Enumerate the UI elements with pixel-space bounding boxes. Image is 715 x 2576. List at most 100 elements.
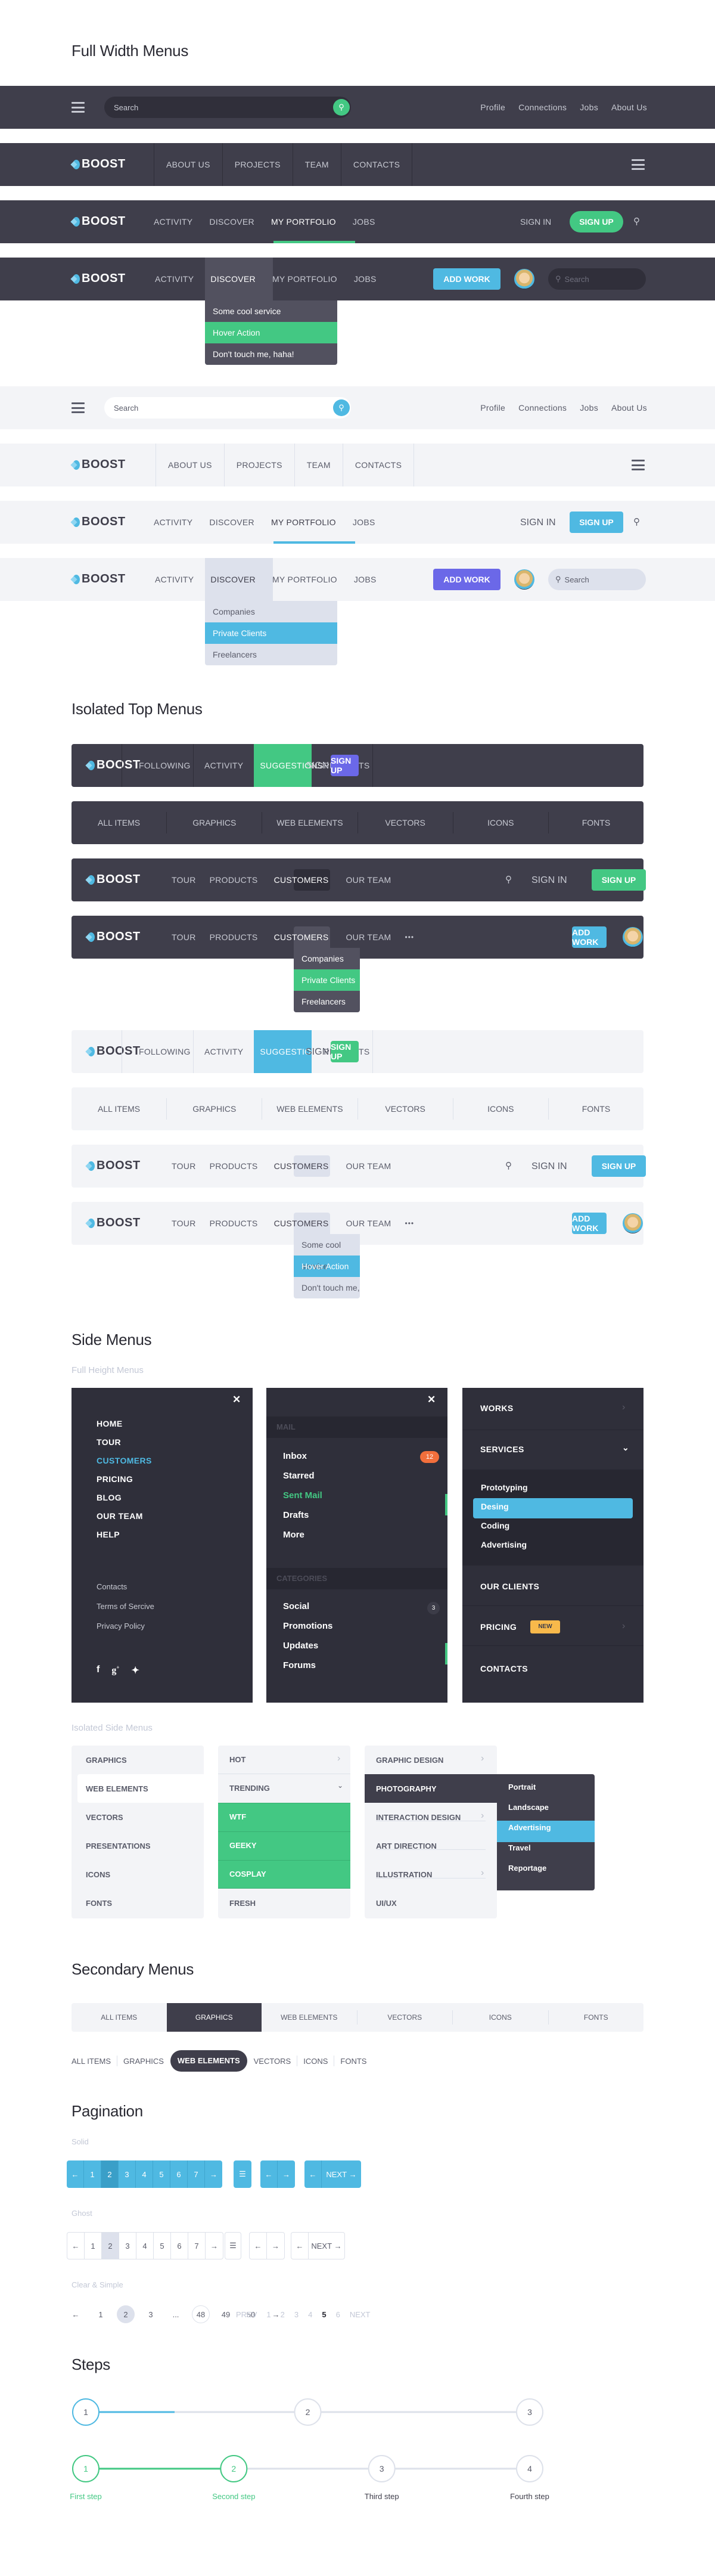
search-icon[interactable]: ⚲	[505, 874, 512, 885]
page-button[interactable]: 7	[188, 2233, 206, 2259]
nav-link-jobs[interactable]: Jobs	[580, 403, 598, 413]
page-button[interactable]: 6	[171, 2233, 188, 2259]
dropdown-item[interactable]: Companies	[205, 601, 337, 622]
search-field[interactable]: Search ⚲	[104, 97, 351, 118]
nav-link-products[interactable]: PRODUCTS	[210, 875, 258, 885]
nav-link-activity[interactable]: ACTIVITY	[154, 217, 192, 227]
secondary-tab[interactable]: ALL ITEMS	[72, 2013, 167, 2022]
nav-link-customers-active[interactable]: CUSTOMERS	[274, 875, 329, 885]
nav-link-products[interactable]: PRODUCTS	[210, 932, 258, 942]
page-button[interactable]: 48	[192, 2305, 210, 2323]
more-icon[interactable]: •••	[405, 1219, 415, 1227]
page-button[interactable]: 5	[154, 2233, 171, 2259]
nav-link-activity[interactable]: ACTIVITY	[154, 517, 192, 527]
submenu-item-coding[interactable]: Coding	[481, 1521, 528, 1530]
nav-link-team[interactable]: TEAM	[295, 444, 343, 486]
iso3-item[interactable]: GRAPHIC DESIGN	[376, 1756, 461, 1765]
category-tab[interactable]: GRAPHICS	[166, 812, 262, 833]
page-button[interactable]: 3	[142, 2305, 160, 2323]
nav-link-about-us[interactable]: ABOUT US	[156, 444, 225, 486]
nav-link-my-portfolio-active[interactable]: MY PORTFOLIO	[271, 217, 336, 227]
google-plus-icon[interactable]: g+	[111, 1664, 119, 1676]
nav-link-tour[interactable]: TOUR	[172, 1219, 196, 1228]
search-field[interactable]: ⚲ Search	[548, 569, 646, 590]
category-tab[interactable]: FONTS	[548, 812, 644, 833]
nav-link-profile[interactable]: Profile	[480, 403, 505, 413]
secondary-tab[interactable]: FONTS	[548, 2010, 644, 2025]
nav-link-activity[interactable]: ACTIVITY	[155, 274, 194, 284]
mail-item-sent-active[interactable]: Sent Mail	[283, 1490, 322, 1501]
category-tab[interactable]: ALL ITEMS	[72, 1104, 166, 1114]
iso2-item-trending[interactable]: TRENDING	[218, 1774, 350, 1803]
page-button[interactable]: 3	[119, 2233, 136, 2259]
chevron-right-icon[interactable]: ›	[481, 1811, 484, 1821]
iso1-item[interactable]: ICONS	[86, 1870, 151, 1879]
secondary-tab[interactable]: VECTORS	[356, 2010, 453, 2025]
logo[interactable]: BOOST	[86, 873, 141, 886]
category-tab[interactable]: WEB ELEMENTS	[262, 812, 357, 833]
hamburger-icon[interactable]	[72, 402, 85, 413]
flyout-item[interactable]: Portrait	[508, 1783, 551, 1791]
iso2-item-hot[interactable]: HOT	[218, 1746, 350, 1774]
submenu-item-advertising[interactable]: Advertising	[481, 1540, 528, 1549]
page-button[interactable]: 1	[85, 2233, 102, 2259]
page-link[interactable]: 4	[308, 2310, 312, 2319]
next-button[interactable]: NEXT →	[309, 2233, 344, 2259]
prev-arrow-icon[interactable]: ←	[260, 2160, 278, 2188]
page-link[interactable]: 3	[294, 2310, 299, 2319]
pill-tab[interactable]: FONTS	[340, 2057, 366, 2066]
add-work-button[interactable]: ADD WORK	[433, 569, 500, 590]
nav-link-our-team[interactable]: OUR TEAM	[346, 1161, 391, 1171]
nav-link-suggestions-active[interactable]: SUGGESTIONS	[254, 744, 323, 787]
pill-tab[interactable]: VECTORS	[254, 2057, 291, 2066]
logo[interactable]: BOOST	[72, 515, 126, 529]
nav-link-tour[interactable]: TOUR	[172, 875, 196, 885]
sign-in-link[interactable]: SIGN IN	[531, 1161, 567, 1172]
nav-link-activity[interactable]: ACTIVITY	[155, 575, 194, 584]
side-item-pricing[interactable]: PRICING	[97, 1474, 152, 1484]
category-tab[interactable]: FONTS	[548, 1098, 644, 1120]
pill-tab[interactable]: ALL ITEMS	[72, 2057, 111, 2066]
accordion-item-pricing[interactable]: PRICING	[480, 1622, 517, 1632]
dropdown-item[interactable]: Companies	[294, 948, 360, 969]
dropdown-item[interactable]: Some cool service	[205, 300, 337, 322]
nav-link-projects[interactable]: PROJECTS	[225, 444, 295, 486]
iso2-item-geeky[interactable]: GEEKY	[218, 1831, 350, 1860]
mail-item-inbox[interactable]: Inbox	[283, 1451, 322, 1461]
nav-link-activity[interactable]: ACTIVITY	[193, 1030, 254, 1073]
dropdown-item[interactable]: Don't touch me, haha!	[294, 1277, 360, 1298]
category-tab[interactable]: WEB ELEMENTS	[262, 1098, 357, 1120]
next-arrow-icon[interactable]: →	[278, 2160, 295, 2188]
secondary-tab[interactable]: WEB ELEMENTS	[262, 2013, 357, 2022]
search-field[interactable]: Search ⚲	[104, 397, 351, 419]
logo[interactable]: BOOST	[72, 458, 126, 472]
category-item-social[interactable]: Social	[283, 1601, 332, 1611]
sign-in-link[interactable]: SIGN IN	[531, 875, 567, 886]
page-button[interactable]: 4	[136, 2160, 153, 2188]
logo[interactable]: BOOST	[86, 1216, 141, 1230]
page-button-current[interactable]: 2	[117, 2305, 135, 2323]
side-item-our-team[interactable]: OUR TEAM	[97, 1511, 152, 1521]
nav-link-connections[interactable]: Connections	[518, 403, 567, 413]
nav-link-about-us[interactable]: About Us	[611, 103, 647, 112]
iso2-item-wtf[interactable]: WTF	[218, 1803, 350, 1831]
add-work-button[interactable]: ADD WORK	[572, 926, 607, 948]
search-icon[interactable]: ⚲	[633, 516, 640, 527]
nav-link-products[interactable]: PRODUCTS	[210, 1219, 258, 1228]
nav-link-jobs[interactable]: Jobs	[580, 103, 598, 112]
twitter-icon[interactable]: ✦	[131, 1664, 139, 1676]
page-button[interactable]: 7	[188, 2160, 205, 2188]
next-link[interactable]: NEXT	[350, 2310, 371, 2319]
nav-link-tour[interactable]: TOUR	[172, 932, 196, 942]
nav-link-activity[interactable]: ACTIVITY	[193, 744, 254, 787]
page-button-current[interactable]: 2	[101, 2160, 119, 2188]
dropdown-item-hover[interactable]: Private Clients	[294, 969, 360, 991]
nav-link-my-portfolio[interactable]: MY PORTFOLIO	[272, 274, 337, 284]
pill-tab-active[interactable]: WEB ELEMENTS	[170, 2050, 247, 2072]
mail-item-drafts[interactable]: Drafts	[283, 1510, 322, 1520]
close-icon[interactable]: ✕	[232, 1394, 241, 1406]
secondary-tab[interactable]: ICONS	[452, 2010, 548, 2025]
category-tab[interactable]: ICONS	[452, 812, 548, 833]
mail-item-more[interactable]: More	[283, 1530, 322, 1540]
side-item-tour[interactable]: TOUR	[97, 1437, 152, 1447]
